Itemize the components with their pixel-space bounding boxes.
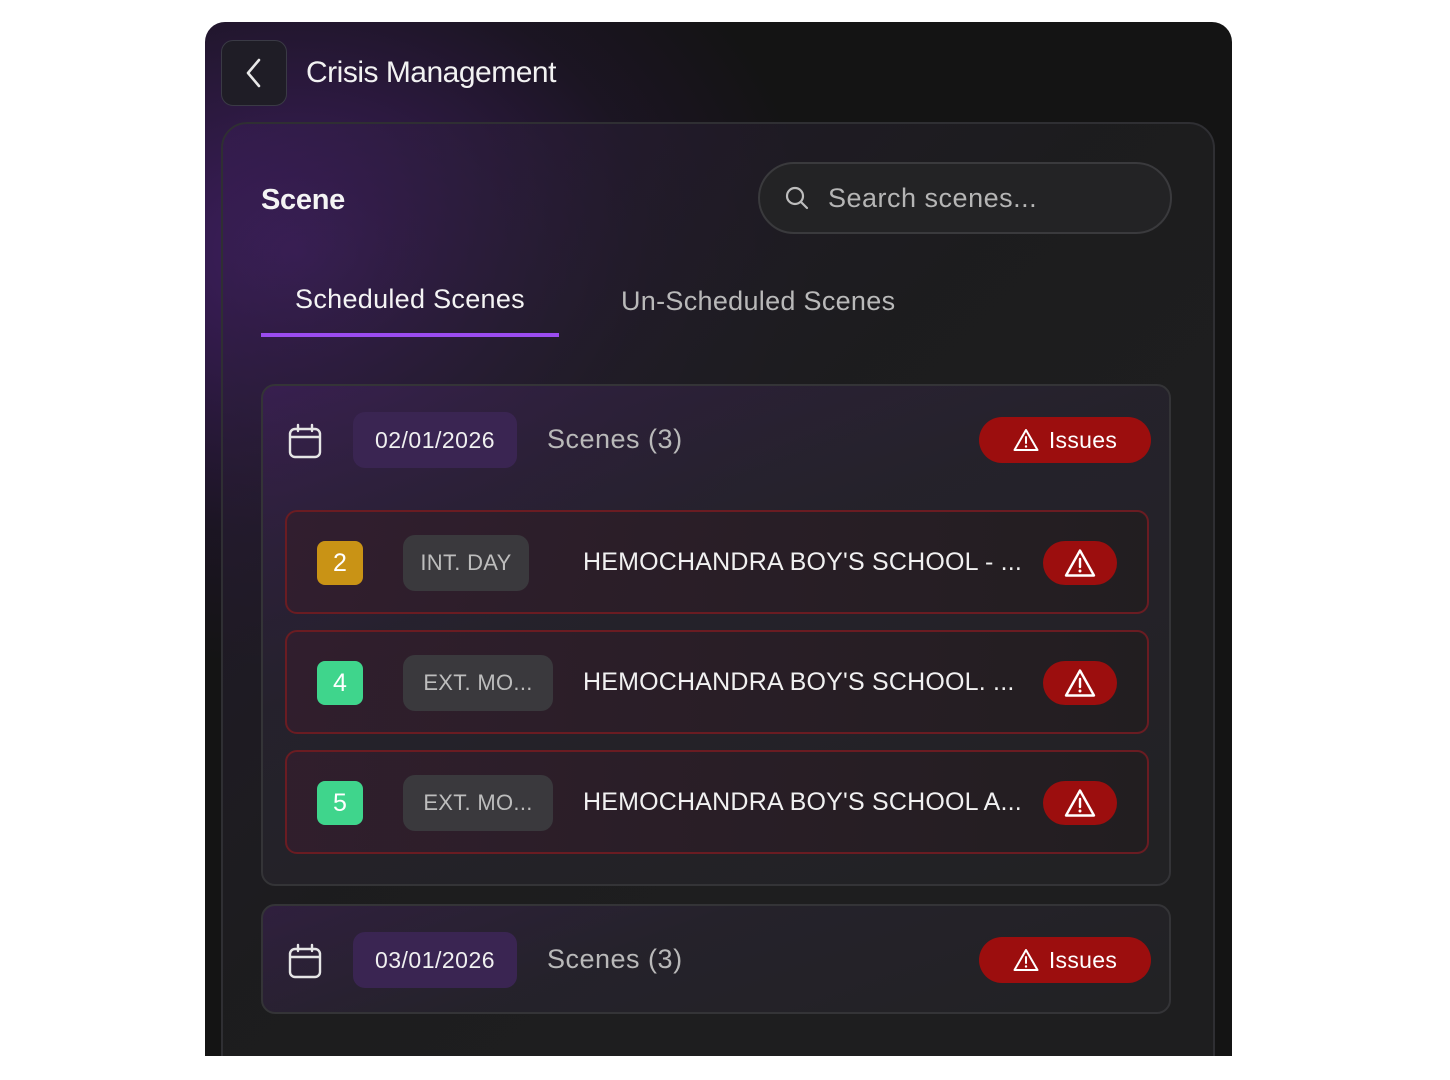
page-title: Crisis Management: [306, 56, 556, 89]
calendar-icon: [288, 943, 322, 979]
issues-label: Issues: [1048, 426, 1118, 453]
scene-type-chip: EXT. MO...: [403, 775, 553, 831]
warning-icon: [1064, 789, 1096, 817]
tab-unscheduled-scenes[interactable]: Un-Scheduled Scenes: [621, 286, 895, 317]
scene-number-badge: 2: [317, 541, 363, 585]
scene-title: HEMOCHANDRA BOY'S SCHOOL A...: [583, 788, 1022, 816]
warning-icon: [1013, 949, 1039, 971]
date-group-header[interactable]: 03/01/2026 Scenes (3) Issues: [263, 906, 1169, 1016]
scenes-count: Scenes (3): [547, 424, 683, 454]
scene-type-chip: EXT. MO...: [403, 655, 553, 711]
issues-button[interactable]: Issues: [979, 417, 1151, 463]
back-button[interactable]: [221, 40, 287, 106]
scene-warning-button[interactable]: [1043, 541, 1117, 585]
date-chip: 03/01/2026: [353, 932, 517, 988]
warning-icon: [1064, 669, 1096, 697]
scene-panel: Scene Scheduled Scenes Un-Scheduled Scen…: [221, 122, 1215, 1056]
scene-title: HEMOCHANDRA BOY'S SCHOOL - ...: [583, 548, 1023, 576]
search-box[interactable]: [758, 162, 1172, 234]
scenes-count: Scenes (3): [547, 944, 683, 974]
warning-icon: [1064, 549, 1096, 577]
date-group: 03/01/2026 Scenes (3) Issues: [261, 904, 1171, 1014]
issues-button[interactable]: Issues: [979, 937, 1151, 983]
warning-icon: [1013, 429, 1039, 451]
chevron-left-icon: [246, 58, 261, 88]
issues-label: Issues: [1048, 946, 1118, 973]
scene-heading: Scene: [261, 184, 345, 216]
app-window: Crisis Management Scene Scheduled Scenes…: [205, 22, 1232, 1056]
date-group: 02/01/2026 Scenes (3) Issues 2 INT. DAY …: [261, 384, 1171, 886]
tab-scheduled-scenes[interactable]: Scheduled Scenes: [261, 284, 559, 337]
date-group-header[interactable]: 02/01/2026 Scenes (3) Issues: [263, 386, 1169, 496]
scene-type-chip: INT. DAY: [403, 535, 529, 591]
scene-warning-button[interactable]: [1043, 661, 1117, 705]
scene-row[interactable]: 4 EXT. MO... HEMOCHANDRA BOY'S SCHOOL. .…: [285, 630, 1149, 734]
scene-number-badge: 4: [317, 661, 363, 705]
scene-row[interactable]: 5 EXT. MO... HEMOCHANDRA BOY'S SCHOOL A.…: [285, 750, 1149, 854]
scene-number-badge: 5: [317, 781, 363, 825]
calendar-icon: [288, 423, 322, 459]
scene-title: HEMOCHANDRA BOY'S SCHOOL. ...: [583, 668, 1015, 696]
scene-warning-button[interactable]: [1043, 781, 1117, 825]
date-chip: 02/01/2026: [353, 412, 517, 468]
search-input[interactable]: [826, 181, 1150, 215]
search-icon: [785, 186, 809, 210]
scene-row[interactable]: 2 INT. DAY HEMOCHANDRA BOY'S SCHOOL - ..…: [285, 510, 1149, 614]
